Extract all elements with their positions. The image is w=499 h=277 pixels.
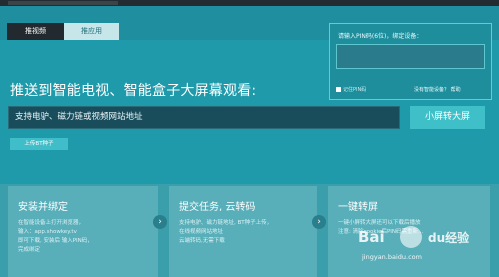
remember-pin[interactable]: 记住PIN码 xyxy=(336,86,366,93)
cast-to-big-screen-button[interactable]: 小屏转大屏 xyxy=(410,106,485,129)
step-card-install: 安装并绑定 在智能设备上打开浏览器， 输入：app.showkey.tv 即可下… xyxy=(8,186,158,277)
watermark-url: jingyan.baidu.com xyxy=(362,253,422,261)
step-card-submit: 提交任务, 云转码 支持电驴、磁力链地址, BT种子上传， 在线视频网站地址 云… xyxy=(169,186,317,277)
chevron-right-icon: › xyxy=(312,215,326,229)
no-device-help-link[interactable]: 没有智能设备？ 帮助 xyxy=(414,86,461,93)
tab-push-video[interactable]: 推视频 xyxy=(7,23,64,40)
baidu-jingyan-watermark: Bai du经验 jingyan.baidu.com xyxy=(356,226,496,266)
step-text: 在智能设备上打开浏览器， 输入：app.showkey.tv 即可下载, 安装后… xyxy=(18,220,93,253)
pin-input[interactable] xyxy=(336,44,485,69)
step-title: 提交任务, 云转码 xyxy=(179,202,256,213)
page-headline: 推送到智能电视、智能盒子大屏幕观看: xyxy=(10,83,257,99)
watermark-jingyan: du经验 xyxy=(428,231,470,245)
pin-title: 请输入PIN码(6位)，绑定设备： xyxy=(338,33,423,40)
paw-icon xyxy=(400,226,422,248)
remember-pin-checkbox[interactable] xyxy=(336,87,341,92)
pin-panel: 请输入PIN码(6位)，绑定设备： 记住PIN码 没有智能设备？ 帮助 xyxy=(329,23,492,100)
watermark-baidu: Bai xyxy=(358,228,385,246)
remember-pin-label: 记住PIN码 xyxy=(343,87,367,93)
chevron-right-icon: › xyxy=(153,215,167,229)
step-title: 一键转屏 xyxy=(338,202,378,213)
top-bar-highlight xyxy=(8,1,118,5)
step-text: 支持电驴、磁力链地址, BT种子上传， 在线视频网站地址 云端转码,无需下载 xyxy=(179,220,273,244)
tab-push-app[interactable]: 推应用 xyxy=(64,23,119,40)
step-title: 安装并绑定 xyxy=(18,202,68,213)
url-input[interactable]: 支持电驴、磁力链或视频网站地址 xyxy=(8,106,400,129)
upload-bt-button[interactable]: 上传BT种子 xyxy=(10,138,68,150)
